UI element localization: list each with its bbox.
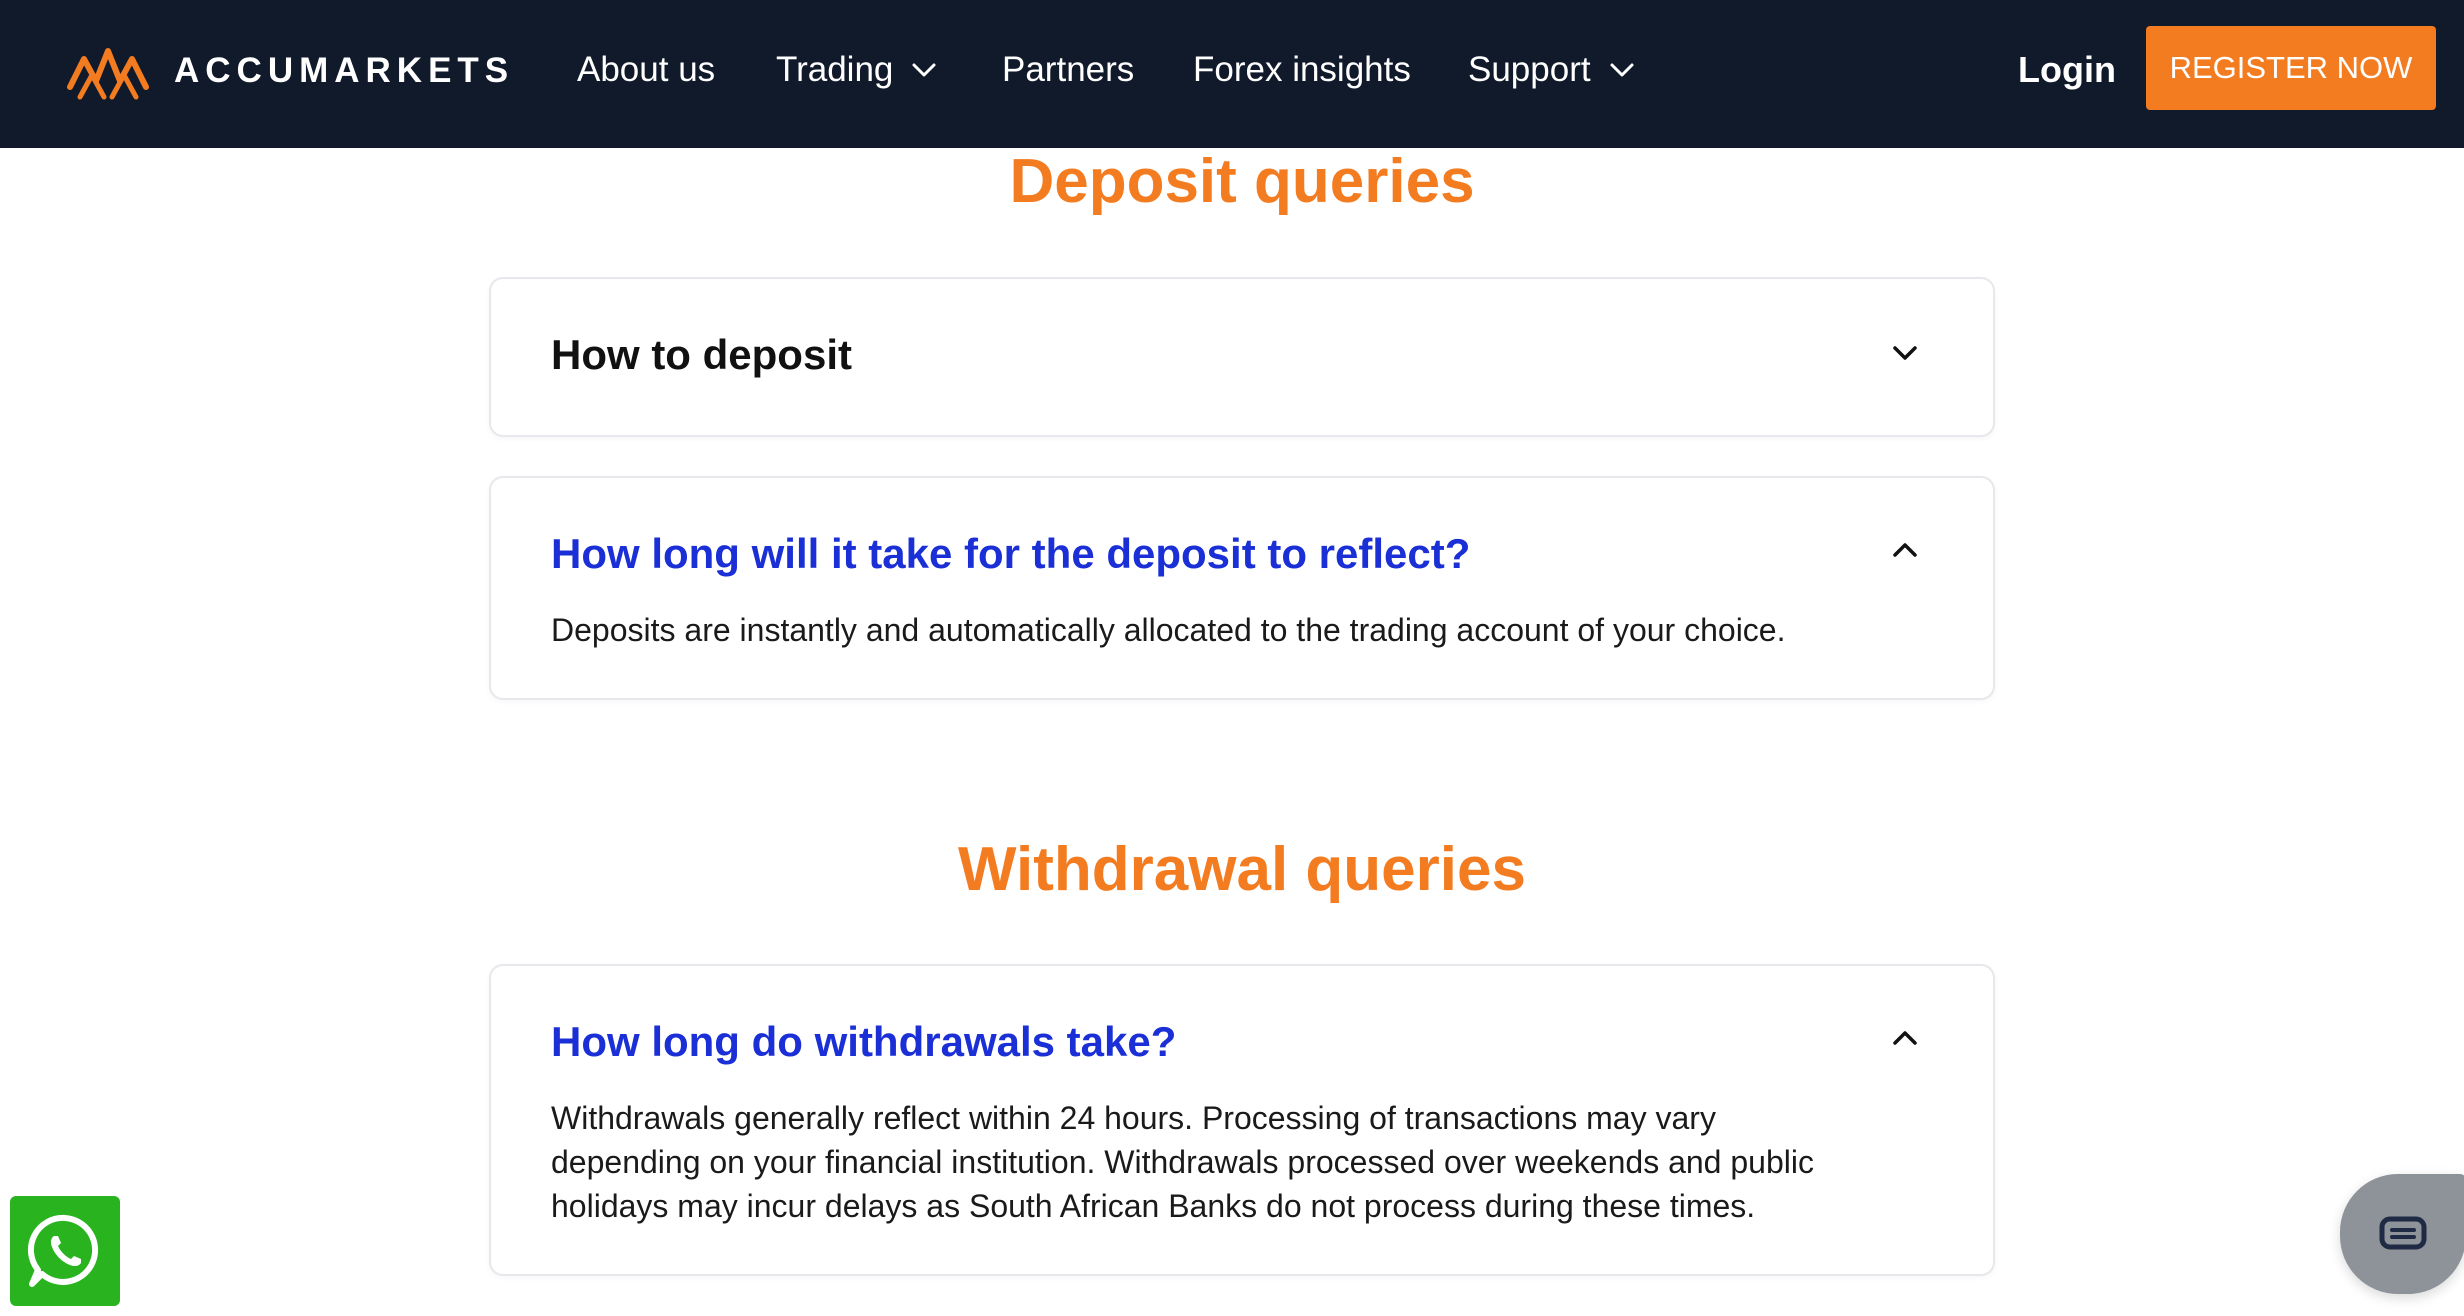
faq-item-withdrawal-time[interactable]: How long do withdrawals take? Withdrawal… <box>489 964 1995 1276</box>
login-link[interactable]: Login <box>2018 44 2116 96</box>
faq-item-deposit-reflect[interactable]: How long will it take for the deposit to… <box>489 476 1995 700</box>
nav-about-us-label: About us <box>577 50 716 89</box>
chevron-down-icon <box>1609 62 1635 78</box>
whatsapp-button[interactable] <box>10 1196 120 1306</box>
top-navbar: ACCUMARKETS About us Trading Partners Fo… <box>0 0 2464 148</box>
faq-answer: Deposits are instantly and automatically… <box>551 612 1786 648</box>
accumarkets-logo-mark-icon <box>67 48 149 100</box>
nav-partners[interactable]: Partners <box>1002 44 1134 96</box>
deposit-queries-title: Deposit queries <box>1009 147 1475 216</box>
nav-partners-label: Partners <box>1002 50 1135 89</box>
faq-question[interactable]: How long will it take for the deposit to… <box>551 530 1873 578</box>
nav-trading-label: Trading <box>776 50 894 89</box>
register-now-button[interactable]: REGISTER NOW <box>2146 26 2436 110</box>
nav-about-us[interactable]: About us <box>577 44 715 96</box>
nav-support-label: Support <box>1468 50 1591 89</box>
chat-bubble-icon <box>2379 1216 2427 1250</box>
faq-answer: Withdrawals generally reflect within 24 … <box>551 1100 1814 1224</box>
faq-question[interactable]: How long do withdrawals take? <box>551 1018 1873 1066</box>
chevron-down-icon <box>911 62 937 78</box>
withdrawal-queries-title: Withdrawal queries <box>958 835 1526 904</box>
nav-support[interactable]: Support <box>1468 44 1635 96</box>
nav-trading[interactable]: Trading <box>776 44 937 96</box>
chat-widget-button[interactable] <box>2340 1174 2464 1294</box>
chevron-up-icon[interactable] <box>1885 530 1925 570</box>
chevron-down-icon[interactable] <box>1885 333 1925 373</box>
chevron-up-icon[interactable] <box>1885 1018 1925 1058</box>
nav-forex-insights[interactable]: Forex insights <box>1193 44 1411 96</box>
logo-text: ACCUMARKETS <box>174 51 515 90</box>
whatsapp-icon <box>27 1214 99 1287</box>
nav-forex-insights-label: Forex insights <box>1193 50 1411 89</box>
faq-question[interactable]: How to deposit <box>551 331 1873 379</box>
accumarkets-logo[interactable]: ACCUMARKETS <box>66 40 514 102</box>
faq-item-how-to-deposit[interactable]: How to deposit <box>489 277 1995 437</box>
